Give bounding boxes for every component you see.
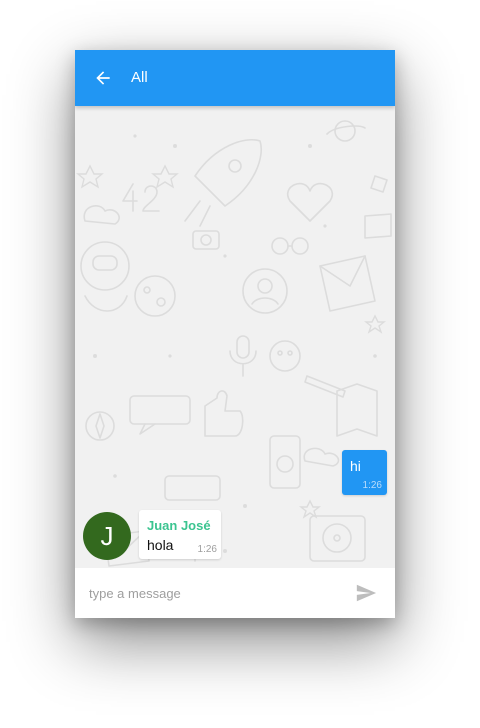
- back-button[interactable]: [89, 64, 117, 92]
- message-list[interactable]: hi 1:26 J Juan José hola 1:26: [75, 106, 395, 568]
- incoming-message: Juan José hola 1:26: [139, 510, 221, 559]
- sender-name: Juan José: [147, 518, 211, 533]
- chat-window: All hi 1:26 J Juan José hola 1:26 type a…: [75, 50, 395, 618]
- chat-background-pattern: [76, 120, 392, 567]
- avatar[interactable]: J: [83, 512, 131, 560]
- app-bar: All: [75, 50, 395, 106]
- arrow-left-icon: [96, 71, 110, 85]
- outgoing-message: hi 1:26: [342, 450, 387, 495]
- message-text: hi: [350, 458, 361, 474]
- message-time: 1:26: [362, 480, 382, 491]
- composer-bar: [75, 568, 395, 618]
- message-input[interactable]: [89, 580, 339, 606]
- page-title: All: [131, 69, 148, 86]
- message-time: 1:26: [197, 544, 217, 555]
- send-icon: [356, 584, 377, 602]
- send-button[interactable]: [353, 581, 379, 605]
- message-text: hola: [147, 537, 174, 553]
